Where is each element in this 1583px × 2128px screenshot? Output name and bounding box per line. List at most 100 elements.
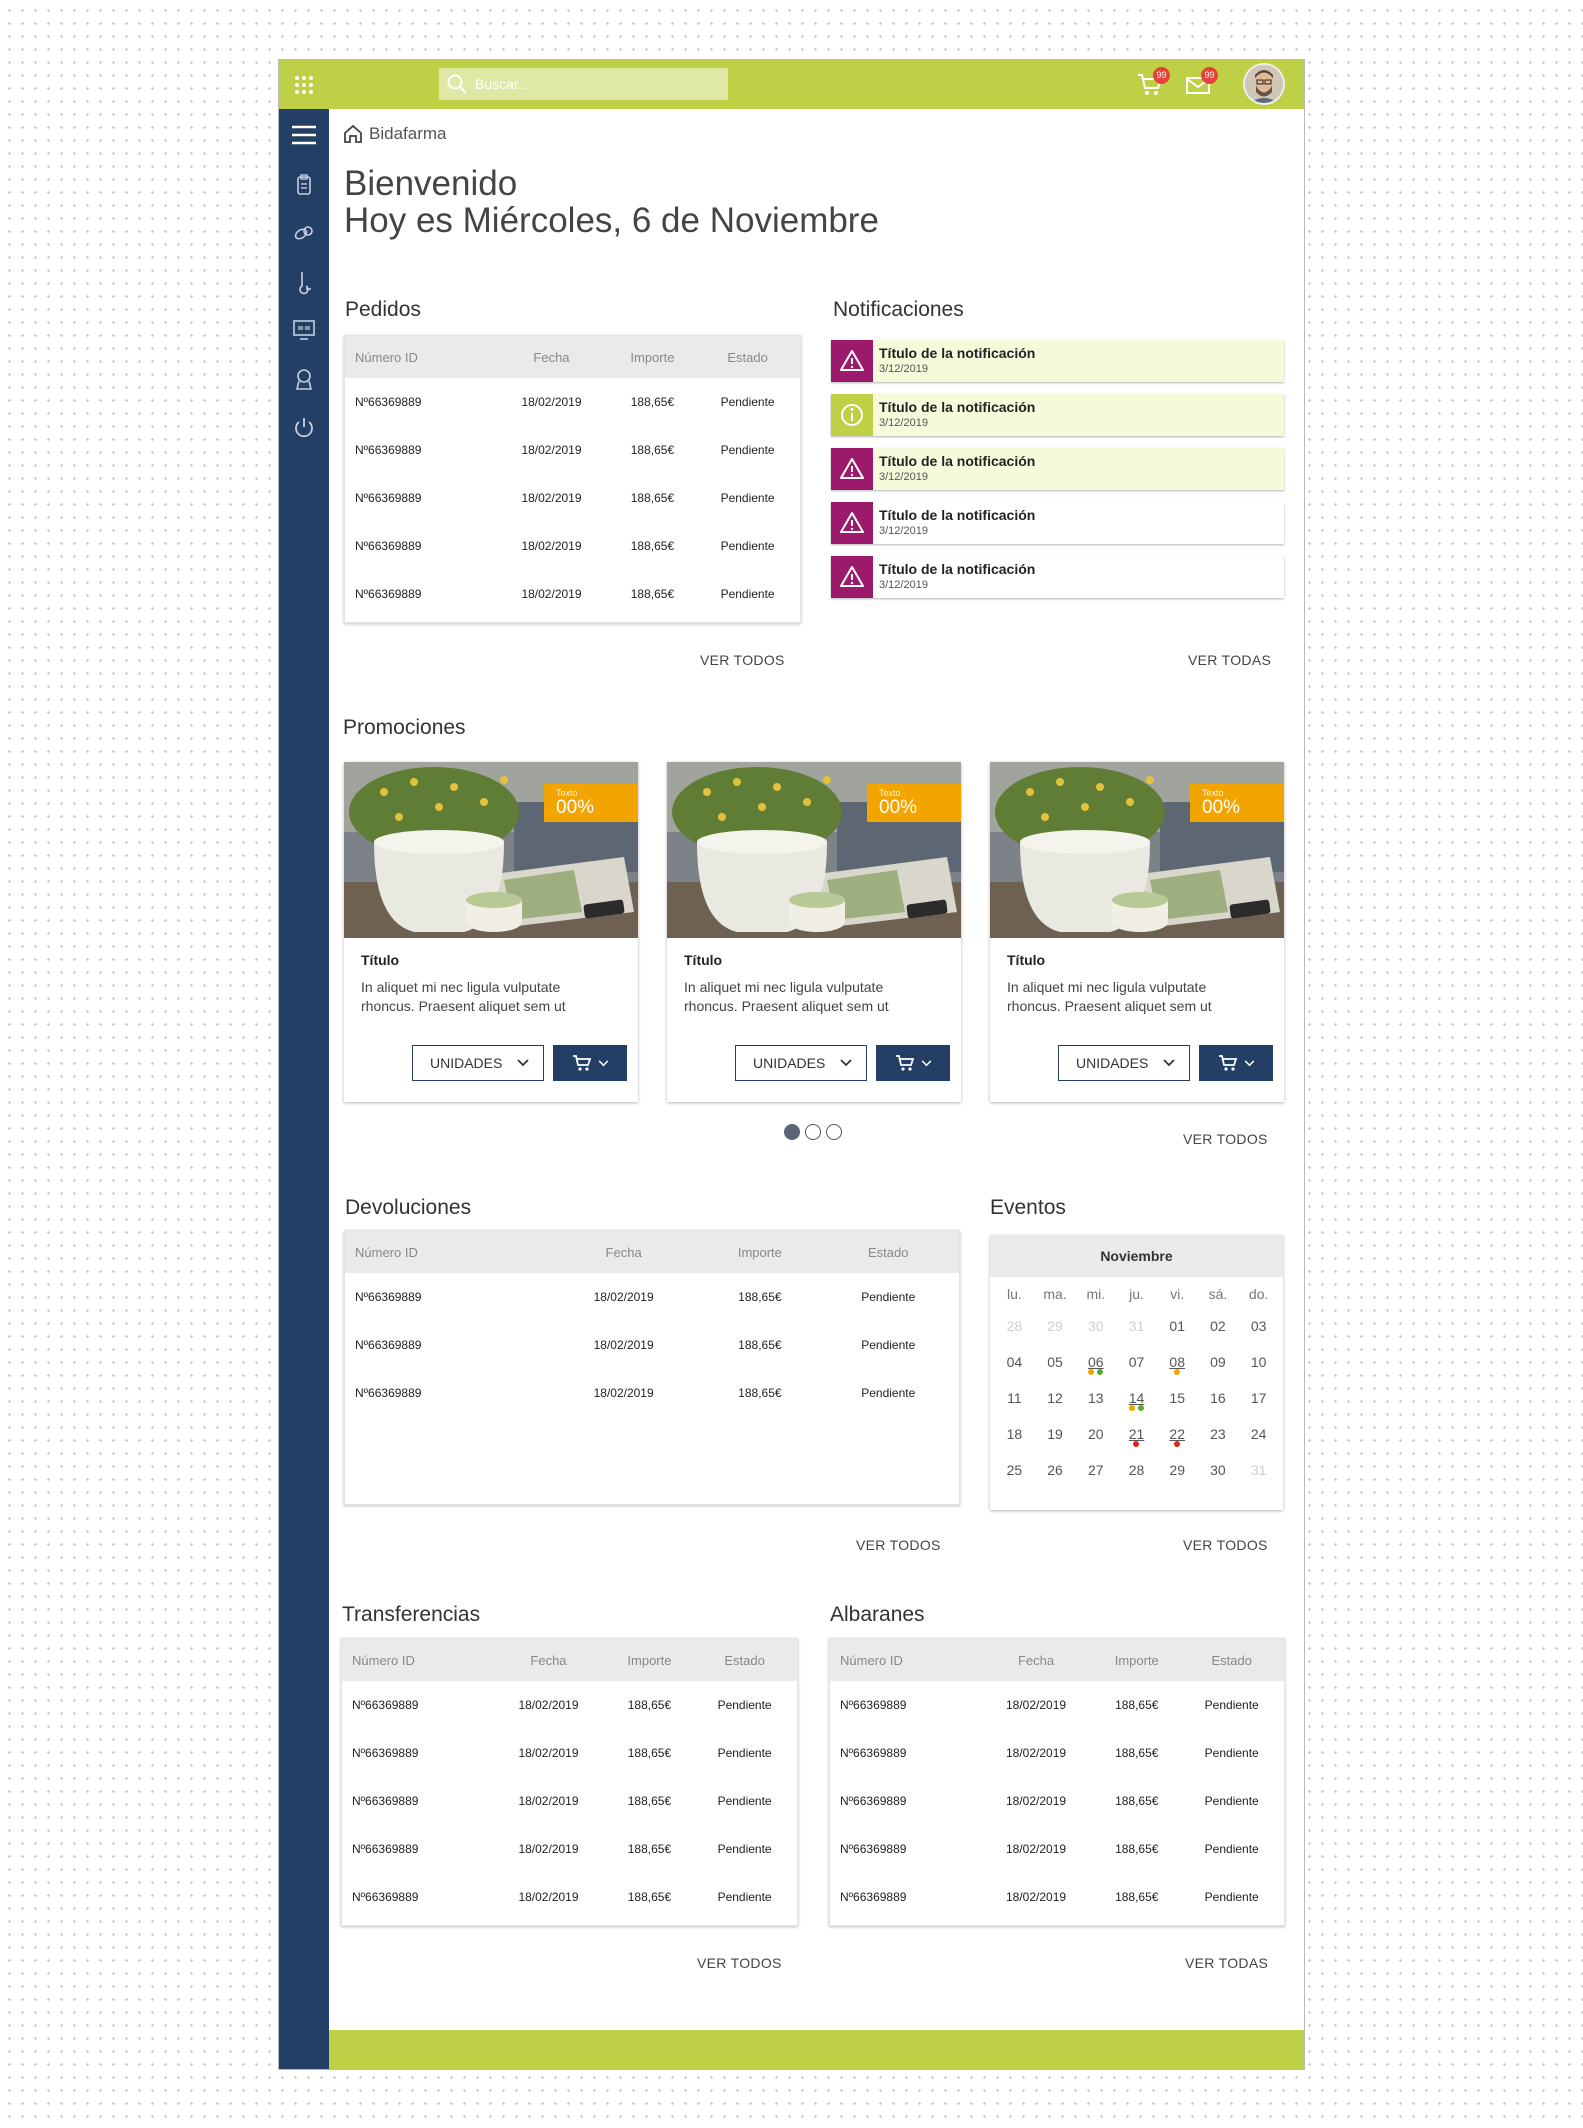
devoluciones-ver-todos-link[interactable]: VER TODOS [856, 1537, 941, 1553]
calendar-day[interactable]: 21 [1116, 1419, 1157, 1455]
units-dropdown[interactable]: UNIDADES [735, 1045, 867, 1081]
calendar-day[interactable]: 25 [994, 1455, 1035, 1491]
calendar-day[interactable]: 16 [1198, 1383, 1239, 1419]
table-row[interactable]: Nº66369889 18/02/2019 188,65€ Pendiente [342, 1729, 797, 1777]
table-row[interactable]: Nº66369889 18/02/2019 188,65€ Pendiente [830, 1681, 1284, 1729]
calendar-day[interactable]: 28 [994, 1311, 1035, 1347]
pills-icon[interactable] [291, 220, 317, 246]
add-to-cart-button[interactable] [876, 1045, 950, 1081]
calendar-day[interactable]: 11 [994, 1383, 1035, 1419]
table-row[interactable]: Nº66369889 18/02/2019 188,65€ Pendiente [830, 1873, 1284, 1921]
table-row[interactable]: Nº66369889 18/02/2019 188,65€ Pendiente [345, 522, 800, 570]
calendar-day[interactable]: 05 [1035, 1347, 1076, 1383]
transferencias-ver-todos-link[interactable]: VER TODOS [697, 1955, 782, 1971]
units-dropdown[interactable]: UNIDADES [412, 1045, 544, 1081]
calendar-day[interactable]: 13 [1075, 1383, 1116, 1419]
table-row[interactable]: Nº66369889 18/02/2019 188,65€ Pendiente [830, 1729, 1284, 1777]
home-icon[interactable] [343, 124, 363, 144]
calendar-day[interactable]: 23 [1198, 1419, 1239, 1455]
table-row[interactable]: Nº66369889 18/02/2019 188,65€ Pendiente [342, 1777, 797, 1825]
table-row[interactable]: Nº66369889 18/02/2019 188,65€ Pendiente [345, 1273, 959, 1321]
carousel-dot[interactable] [826, 1124, 842, 1140]
table-row[interactable]: Nº66369889 18/02/2019 188,65€ Pendiente [345, 378, 800, 426]
thermometer-icon[interactable] [291, 269, 317, 295]
mail-button[interactable]: 99 [1184, 67, 1218, 99]
promo-card[interactable]: Texto 00% Título In aliquet mi nec ligula v… [667, 762, 961, 1102]
breadcrumb-label[interactable]: Bidafarma [369, 124, 446, 144]
calendar-day[interactable]: 08 [1157, 1347, 1198, 1383]
units-dropdown[interactable]: UNIDADES [1058, 1045, 1190, 1081]
carousel-dot[interactable] [784, 1124, 800, 1140]
calendar-day[interactable]: 30 [1075, 1311, 1116, 1347]
eventos-ver-todos-link[interactable]: VER TODOS [1183, 1537, 1268, 1553]
table-row[interactable]: Nº66369889 18/02/2019 188,65€ Pendiente [830, 1825, 1284, 1873]
add-to-cart-button[interactable] [553, 1045, 627, 1081]
calendar-day[interactable]: 28 [1116, 1455, 1157, 1491]
notification-item[interactable]: Título de la notificación 3/12/2019 [831, 340, 1284, 382]
table-row[interactable]: Nº66369889 18/02/2019 188,65€ Pendiente [342, 1873, 797, 1921]
calendar-day[interactable]: 27 [1075, 1455, 1116, 1491]
power-icon[interactable] [291, 414, 317, 440]
table-row[interactable]: Nº66369889 18/02/2019 188,65€ Pendiente [342, 1825, 797, 1873]
table-row[interactable]: Nº66369889 18/02/2019 188,65€ Pendiente [345, 474, 800, 522]
certificate-icon[interactable] [291, 366, 317, 392]
calendar-day[interactable]: 18 [994, 1419, 1035, 1455]
calendar-day[interactable]: 20 [1075, 1419, 1116, 1455]
calendar-day[interactable]: 04 [994, 1347, 1035, 1383]
table-row[interactable]: Nº66369889 18/02/2019 188,65€ Pendiente [345, 1369, 959, 1417]
table-cell: Pendiente [720, 395, 775, 409]
notificaciones-ver-todas-link[interactable]: VER TODAS [1188, 652, 1271, 668]
calendar-day[interactable]: 19 [1035, 1419, 1076, 1455]
calendar-day[interactable]: 26 [1035, 1455, 1076, 1491]
notification-item[interactable]: Título de la notificación 3/12/2019 [831, 556, 1284, 598]
apps-grid-icon[interactable] [293, 74, 315, 96]
table-row[interactable]: Nº66369889 18/02/2019 188,65€ Pendiente [345, 426, 800, 474]
calendar-day[interactable]: 01 [1157, 1311, 1198, 1347]
carousel-dot[interactable] [805, 1124, 821, 1140]
albaranes-ver-todas-link[interactable]: VER TODAS [1185, 1955, 1268, 1971]
table-row[interactable]: Nº66369889 18/02/2019 188,65€ Pendiente [342, 1681, 797, 1729]
promo-card[interactable]: Texto 00% Título In aliquet mi nec ligula v… [344, 762, 638, 1102]
calendar-day[interactable]: 02 [1198, 1311, 1239, 1347]
calendar-day-number: 30 [1087, 1318, 1104, 1334]
table-row[interactable]: Nº66369889 18/02/2019 188,65€ Pendiente [345, 1321, 959, 1369]
calendar-day[interactable]: 22 [1157, 1419, 1198, 1455]
calendar-day[interactable]: 15 [1157, 1383, 1198, 1419]
calendar-day[interactable]: 09 [1198, 1347, 1239, 1383]
table-cell: Pendiente [720, 587, 775, 601]
calendar-day[interactable]: 29 [1035, 1311, 1076, 1347]
pedidos-ver-todos-link[interactable]: VER TODOS [700, 652, 785, 668]
add-to-cart-button[interactable] [1199, 1045, 1273, 1081]
promociones-ver-todos-link[interactable]: VER TODOS [1183, 1131, 1268, 1147]
notification-item[interactable]: Título de la notificación 3/12/2019 [831, 448, 1284, 490]
monitor-exchange-icon[interactable] [291, 317, 317, 343]
table-row[interactable]: Nº66369889 18/02/2019 188,65€ Pendiente [345, 570, 800, 618]
calendar-day[interactable]: 06 [1075, 1347, 1116, 1383]
column-header: Fecha [545, 1231, 703, 1273]
avatar[interactable] [1243, 63, 1285, 105]
calendar-day[interactable]: 29 [1157, 1455, 1198, 1491]
notification-item[interactable]: Título de la notificación 3/12/2019 [831, 502, 1284, 544]
calendar-day-number: 10 [1250, 1354, 1267, 1370]
calendar-day[interactable]: 30 [1198, 1455, 1239, 1491]
cart-button[interactable]: 99 [1136, 67, 1170, 99]
search-input[interactable] [475, 76, 705, 92]
table-row[interactable]: Nº66369889 18/02/2019 188,65€ Pendiente [830, 1777, 1284, 1825]
clipboard-icon[interactable] [291, 172, 317, 198]
menu-icon[interactable] [291, 122, 317, 148]
calendar-day[interactable]: 03 [1238, 1311, 1279, 1347]
calendar-day[interactable]: 07 [1116, 1347, 1157, 1383]
calendar-day[interactable]: 12 [1035, 1383, 1076, 1419]
calendar-day[interactable]: 14 [1116, 1383, 1157, 1419]
notification-item[interactable]: Título de la notificación 3/12/2019 [831, 394, 1284, 436]
calendar-day[interactable]: 17 [1238, 1383, 1279, 1419]
user-avatar-icon [1245, 65, 1283, 103]
calendar-day[interactable]: 31 [1238, 1455, 1279, 1491]
promo-card[interactable]: Texto 00% Título In aliquet mi nec ligula v… [990, 762, 1284, 1102]
eventos-title: Eventos [990, 1196, 1066, 1219]
calendar-day[interactable]: 24 [1238, 1419, 1279, 1455]
weekday-label: do. [1248, 1286, 1269, 1302]
calendar-day[interactable]: 31 [1116, 1311, 1157, 1347]
search-box[interactable] [439, 68, 728, 100]
calendar-day[interactable]: 10 [1238, 1347, 1279, 1383]
